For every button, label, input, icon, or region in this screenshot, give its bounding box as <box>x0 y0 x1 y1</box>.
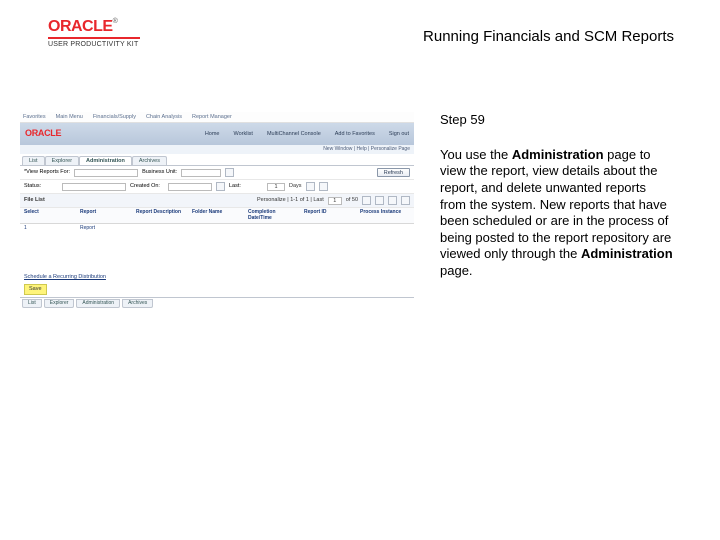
trademark-symbol: ® <box>113 18 118 25</box>
save-button[interactable]: Save <box>24 284 47 294</box>
app-logobar: ORACLE Home Worklist MultiChannel Consol… <box>20 123 414 145</box>
first-page-icon[interactable] <box>362 196 371 205</box>
tool-icon-1[interactable] <box>306 182 315 191</box>
input-last[interactable]: 1 <box>267 183 285 191</box>
cell-report[interactable]: Report <box>80 226 130 232</box>
upk-label: USER PRODUCTIVITY KIT <box>48 41 140 48</box>
dropdown-status[interactable] <box>62 183 126 191</box>
filter-row-2: Status: Created On: Last: 1 Days <box>20 180 414 194</box>
link-add-fav[interactable]: Add to Favorites <box>335 131 375 137</box>
btab-explorer[interactable]: Explorer <box>44 299 75 309</box>
col-report-id[interactable]: Report ID <box>304 210 354 221</box>
breadcrumb-3: Report Manager <box>192 114 232 120</box>
instruction-frag-3: page. <box>440 263 473 278</box>
top-tabstrip: List Explorer Administration Archives <box>20 154 414 166</box>
col-report-desc[interactable]: Report Description <box>136 210 186 221</box>
lookup-icon[interactable] <box>225 168 234 177</box>
btab-list[interactable]: List <box>22 299 42 309</box>
step-number: Step 59 <box>440 112 674 129</box>
refresh-button[interactable]: Refresh <box>377 168 410 177</box>
link-home[interactable]: Home <box>205 131 220 137</box>
instruction-frag-1: You use the <box>440 147 512 162</box>
grid-header-row: Select Report Report Description Folder … <box>20 208 414 224</box>
link-signout[interactable]: Sign out <box>389 131 409 137</box>
app-subbar: New Window | Help | Personalize Page <box>20 145 414 154</box>
tab-list[interactable]: List <box>22 156 45 165</box>
col-select[interactable]: Select <box>24 210 74 221</box>
bottom-tabstrip: List Explorer Administration Archives <box>20 297 414 309</box>
cell-select[interactable]: 1 <box>24 226 74 232</box>
tab-explorer[interactable]: Explorer <box>45 156 79 165</box>
col-report[interactable]: Report <box>80 210 130 221</box>
instruction-text: You use the Administration page to view … <box>440 147 674 280</box>
link-schedule-distribution[interactable]: Schedule a Recurring Distribution <box>20 272 414 282</box>
nav-favorites[interactable]: Favorites <box>23 114 46 120</box>
page-header: ORACLE® USER PRODUCTIVITY KIT Running Fi… <box>0 18 720 58</box>
label-last: Last: <box>229 183 263 189</box>
btab-archives[interactable]: Archives <box>122 299 153 309</box>
col-folder[interactable]: Folder Name <box>192 210 242 221</box>
link-mcc[interactable]: MultiChannel Console <box>267 131 321 137</box>
content-row: Favorites Main Menu Financials/Supply Ch… <box>20 112 674 308</box>
tab-administration[interactable]: Administration <box>79 156 132 165</box>
page-input[interactable]: 1 <box>328 197 342 205</box>
calendar-icon[interactable] <box>216 182 225 191</box>
file-list-paging[interactable]: Personalize | 1-1 of 1 | Last <box>257 197 324 203</box>
logo-underline <box>48 37 140 39</box>
input-business-unit[interactable] <box>181 169 221 177</box>
oracle-logo: ORACLE <box>48 18 113 35</box>
filter-row-1: *View Reports For: Business Unit: Refres… <box>20 166 414 180</box>
link-worklist[interactable]: Worklist <box>233 131 252 137</box>
app-screenshot: Favorites Main Menu Financials/Supply Ch… <box>20 112 414 308</box>
file-list-header: File List Personalize | 1-1 of 1 | Last … <box>20 194 414 208</box>
prev-page-icon[interactable] <box>375 196 384 205</box>
next-page-icon[interactable] <box>388 196 397 205</box>
label-business-unit: Business Unit: <box>142 169 177 175</box>
label-created-on: Created On: <box>130 183 164 189</box>
instruction-bold-2: Administration <box>581 246 673 261</box>
tab-archives[interactable]: Archives <box>132 156 167 165</box>
page-of: of 50 <box>346 197 358 203</box>
file-list-title: File List <box>24 197 45 203</box>
input-created-on[interactable] <box>168 183 212 191</box>
grid-data-row[interactable]: 1 Report <box>20 224 414 234</box>
instruction-column: Step 59 You use the Administration page … <box>440 112 674 280</box>
col-completion[interactable]: Completion Date/Time <box>248 210 298 221</box>
app-oracle-logo: ORACLE <box>25 129 61 139</box>
col-process-instance[interactable]: Process Instance <box>360 210 410 221</box>
dropdown-view-reports-for[interactable] <box>74 169 138 177</box>
app-footer: Schedule a Recurring Distribution Save L… <box>20 272 414 308</box>
nav-main-menu[interactable]: Main Menu <box>56 114 83 120</box>
tool-icon-2[interactable] <box>319 182 328 191</box>
document-title: Running Financials and SCM Reports <box>423 28 674 45</box>
label-view-reports-for: *View Reports For: <box>24 169 70 175</box>
breadcrumb-2: Chain Analysis <box>146 114 182 120</box>
instruction-bold-1: Administration <box>512 147 604 162</box>
breadcrumb-1: Financials/Supply <box>93 114 136 120</box>
label-status: Status: <box>24 183 58 189</box>
last-page-icon[interactable] <box>401 196 410 205</box>
btab-administration[interactable]: Administration <box>76 299 120 309</box>
instruction-frag-2: page to view the report, view details ab… <box>440 147 671 262</box>
brand-block: ORACLE® USER PRODUCTIVITY KIT <box>48 18 140 48</box>
label-days: Days <box>289 183 302 189</box>
app-topbar: Favorites Main Menu Financials/Supply Ch… <box>20 112 414 123</box>
